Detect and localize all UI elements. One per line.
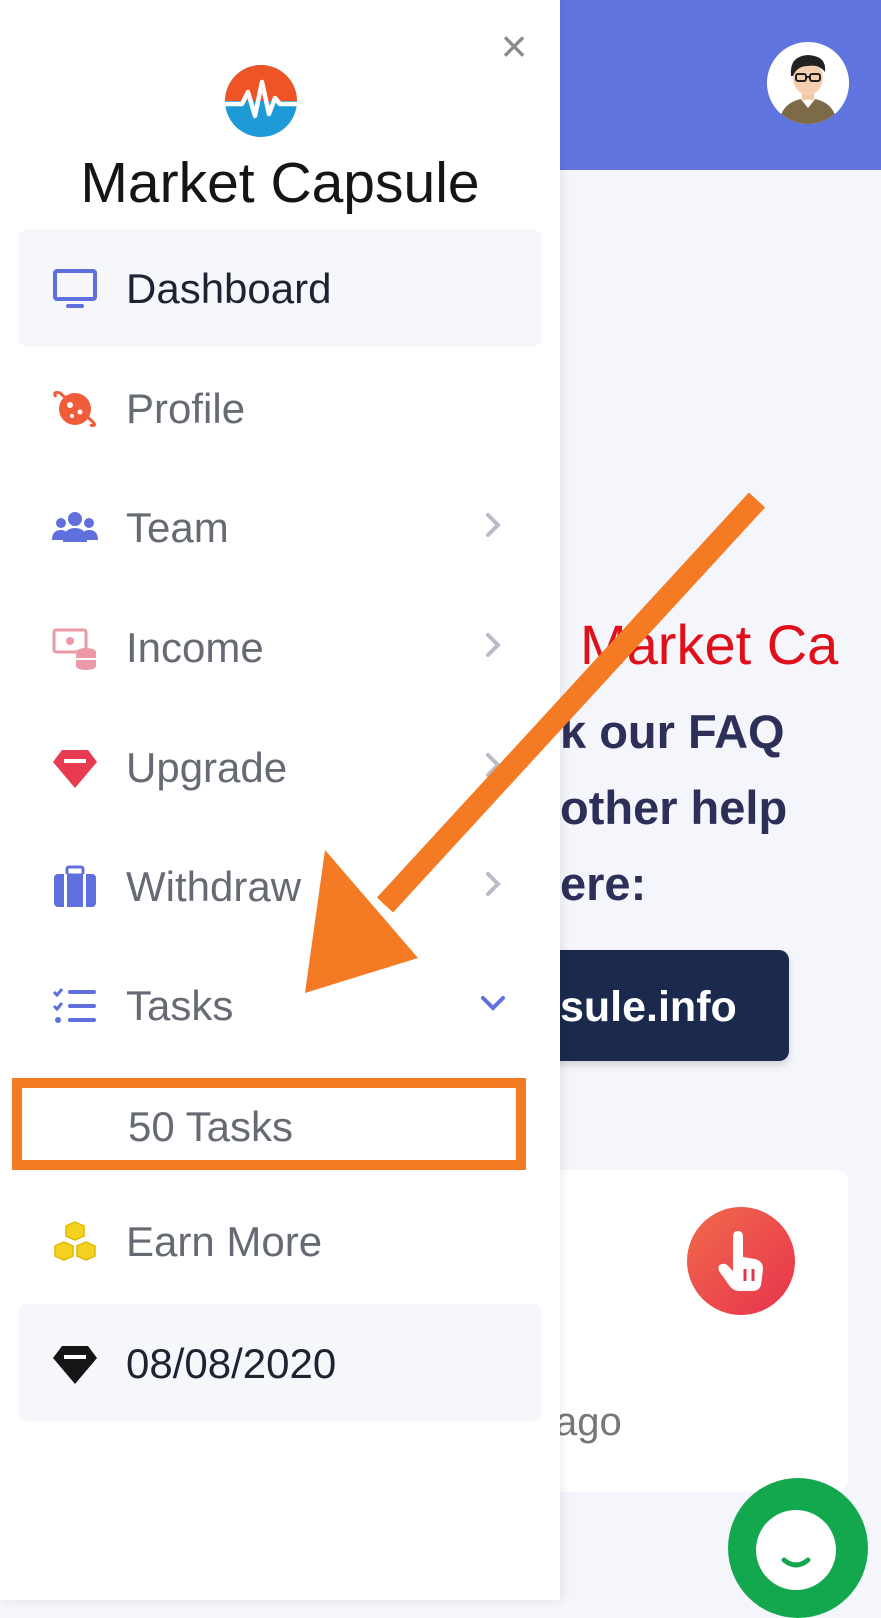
gem-icon [53, 750, 97, 788]
nav-item-income[interactable]: Income [18, 588, 542, 706]
nav-label-withdraw: Withdraw [126, 863, 302, 910]
faq-text-line-3: ere: [560, 857, 647, 910]
brand-logo-icon [224, 65, 298, 137]
briefcase-icon [54, 865, 96, 907]
chevron-down-icon [481, 996, 505, 1011]
click-task-button[interactable] [687, 1207, 795, 1315]
chevron-right-icon [486, 513, 501, 537]
nav-item-upgrade[interactable]: Upgrade [18, 708, 542, 826]
nav-item-earn-more[interactable]: Earn More [18, 1182, 542, 1300]
chevron-right-icon [486, 753, 501, 777]
chevron-right-icon [486, 633, 501, 657]
plan-expiry-date: 08/08/2020 [126, 1340, 337, 1387]
nav-label-tasks: Tasks [126, 982, 234, 1029]
faq-link-button[interactable]: sule.info [525, 950, 789, 1061]
diamond-icon [53, 1346, 97, 1384]
nav-label-earn-more: Earn More [126, 1218, 323, 1265]
chevron-right-icon [486, 872, 501, 896]
cubes-icon [54, 1221, 96, 1261]
nav-label-upgrade: Upgrade [126, 744, 288, 791]
side-drawer: × Market Capsule Dashboard Profile Team … [0, 0, 560, 1600]
close-icon[interactable]: × [496, 23, 532, 69]
nav-label-dashboard: Dashboard [126, 265, 332, 312]
faq-link-label: sule.info [560, 983, 737, 1031]
chat-widget-button[interactable] [728, 1478, 868, 1618]
money-stack-icon [52, 628, 96, 670]
user-avatar[interactable] [767, 42, 849, 124]
faq-text-line-2: other help [560, 781, 788, 834]
brand-name: Market Capsule [80, 151, 480, 215]
hand-pointer-icon [718, 1231, 763, 1291]
chat-icon [756, 1510, 836, 1590]
activity-time: ago [555, 1400, 622, 1444]
nav-item-withdraw[interactable]: Withdraw [18, 827, 542, 945]
nav-label-team: Team [126, 504, 229, 551]
monitor-icon [53, 269, 97, 308]
task-list-icon [52, 988, 96, 1023]
users-icon [52, 512, 98, 542]
nav-item-team[interactable]: Team [18, 468, 542, 586]
submenu-item-50-tasks[interactable]: 50 Tasks [12, 1078, 526, 1170]
planet-icon [53, 391, 97, 427]
nav-item-profile[interactable]: Profile [18, 349, 542, 467]
nav-item-tasks[interactable]: Tasks [18, 946, 542, 1064]
nav-label-profile: Profile [126, 385, 246, 432]
faq-text-line-1: k our FAQ [560, 705, 785, 758]
welcome-heading: Market Ca [580, 613, 839, 676]
submenu-label-50-tasks: 50 Tasks [128, 1103, 293, 1150]
plan-expiry-item: 08/08/2020 [18, 1304, 542, 1422]
nav-label-income: Income [126, 624, 264, 671]
nav-item-dashboard[interactable]: Dashboard [18, 229, 542, 347]
